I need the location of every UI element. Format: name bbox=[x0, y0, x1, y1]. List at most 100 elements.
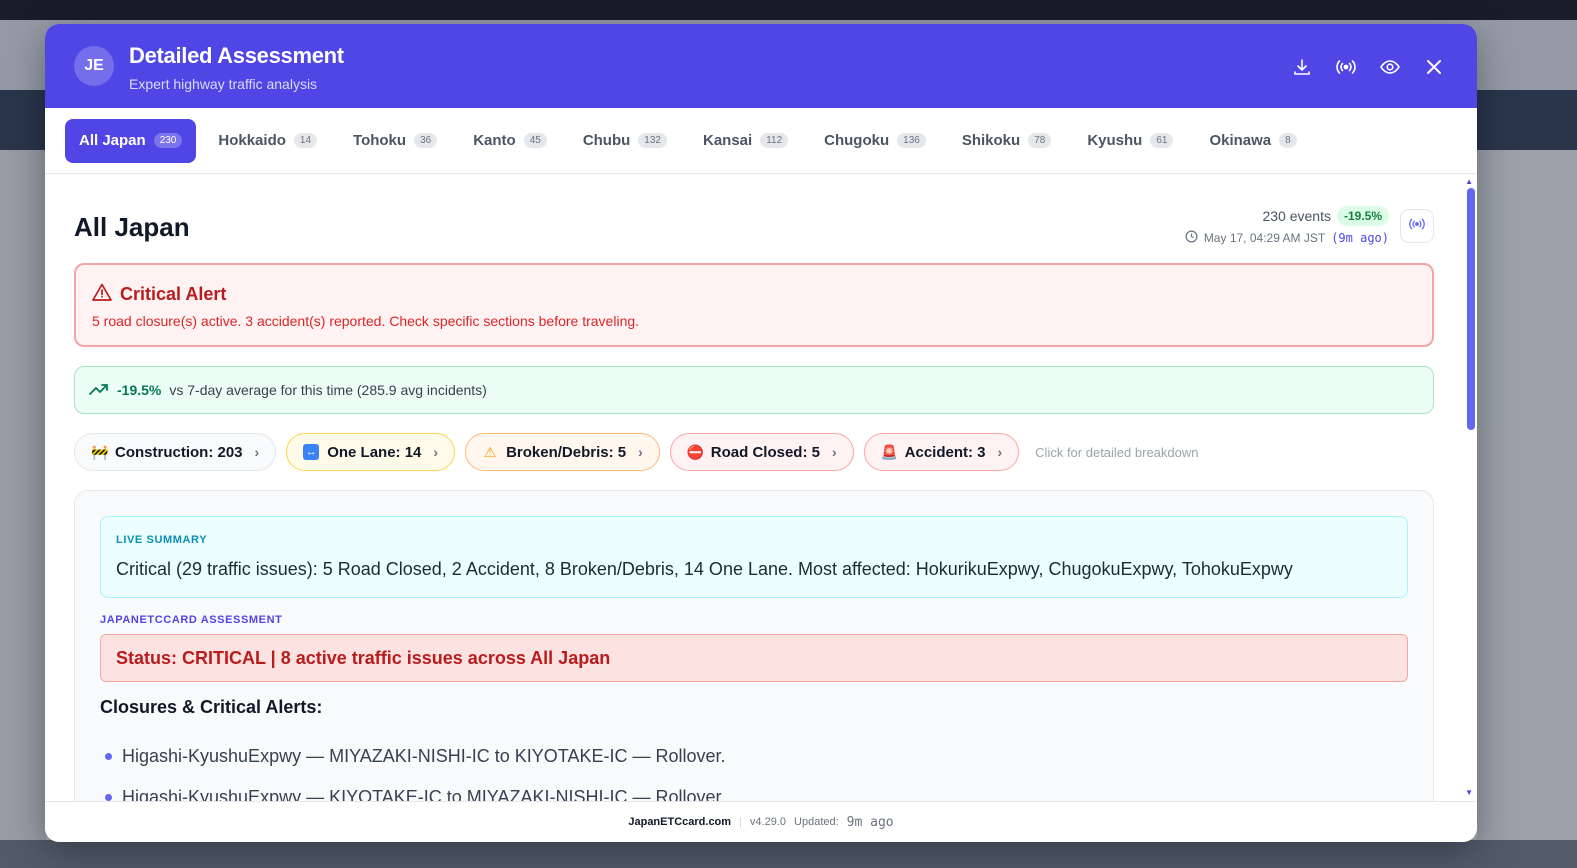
live-summary-box: LIVE SUMMARY Critical (29 traffic issues… bbox=[100, 516, 1408, 598]
timestamp: May 17, 04:29 AM JST bbox=[1203, 231, 1326, 245]
events-count: 230 events bbox=[1262, 208, 1331, 224]
scroll-down-arrow-icon[interactable]: ▼ bbox=[1465, 788, 1473, 797]
avatar: JE bbox=[74, 46, 114, 86]
tab-chubu[interactable]: Chubu 132 bbox=[569, 119, 681, 163]
tab-label: Chubu bbox=[582, 132, 631, 149]
status-box: Status: CRITICAL | 8 active traffic issu… bbox=[100, 634, 1408, 682]
tab-tohoku[interactable]: Tohoku 36 bbox=[339, 119, 451, 163]
trend-banner: -19.5% vs 7-day average for this time (2… bbox=[74, 366, 1434, 414]
trending-up-icon bbox=[89, 382, 109, 399]
chip-accident[interactable]: 🚨 Accident: 3 › bbox=[863, 433, 1020, 471]
chip-one-lane[interactable]: ↔ One Lane: 14 › bbox=[286, 433, 456, 471]
broadcast-icon bbox=[1408, 216, 1426, 237]
chips-hint: Click for detailed breakdown bbox=[1035, 444, 1199, 460]
tab-count: 230 bbox=[153, 133, 183, 148]
trend-pct: -19.5% bbox=[117, 382, 162, 398]
tab-count: 132 bbox=[638, 133, 667, 148]
download-icon[interactable] bbox=[1289, 54, 1315, 80]
live-summary-label: LIVE SUMMARY bbox=[116, 534, 208, 546]
tab-label: Kanto bbox=[473, 132, 516, 149]
assessment-label: JAPANETCCARD ASSESSMENT bbox=[100, 614, 283, 626]
region-title: All Japan bbox=[74, 212, 190, 242]
tab-count: 14 bbox=[293, 133, 318, 148]
chip-label: Construction: 203 bbox=[115, 443, 243, 461]
tab-label: Okinawa bbox=[1209, 132, 1272, 149]
broadcast-icon[interactable] bbox=[1333, 54, 1359, 80]
scrollbar-thumb[interactable] bbox=[1467, 188, 1475, 430]
assessment-card: LIVE SUMMARY Critical (29 traffic issues… bbox=[74, 490, 1434, 801]
chevron-right-icon: › bbox=[254, 444, 260, 460]
live-toggle-button[interactable] bbox=[1400, 209, 1434, 243]
chip-road-closed[interactable]: ⛔ Road Closed: 5 › bbox=[669, 433, 854, 471]
chevron-right-icon: › bbox=[433, 444, 439, 460]
chevron-right-icon: › bbox=[831, 444, 837, 460]
tab-label: Chugoku bbox=[824, 132, 890, 149]
tab-label: Kansai bbox=[702, 132, 753, 149]
tab-okinawa[interactable]: Okinawa 8 bbox=[1195, 119, 1310, 163]
tab-count: 136 bbox=[897, 133, 926, 148]
live-summary-text: Critical (29 traffic issues): 5 Road Clo… bbox=[116, 559, 1293, 579]
closures-heading: Closures & Critical Alerts: bbox=[100, 697, 323, 717]
footer-divider: | bbox=[739, 816, 742, 828]
modal-content: All Japan 230 events -19.5% May 17, 04:2… bbox=[45, 174, 1477, 801]
list-item: Higashi-KyushuExpwy — MIYAZAKI-NISHI-IC … bbox=[100, 736, 725, 777]
chip-construction[interactable]: 🚧 Construction: 203 › bbox=[74, 433, 277, 471]
pct-change-badge: -19.5% bbox=[1336, 206, 1389, 226]
tab-count: 8 bbox=[1279, 133, 1297, 148]
close-icon[interactable] bbox=[1421, 54, 1447, 80]
alert-title: Critical Alert bbox=[120, 284, 227, 304]
construction-icon: 🚧 bbox=[91, 443, 109, 460]
assessment-modal: JE Detailed Assessment Expert highway tr… bbox=[45, 24, 1477, 842]
left-right-arrow-icon: ↔ bbox=[303, 444, 320, 460]
event-meta: 230 events -19.5% May 17, 04:29 AM JST (… bbox=[1185, 206, 1389, 246]
tab-count: 61 bbox=[1150, 133, 1174, 148]
tab-kanto[interactable]: Kanto 45 bbox=[459, 119, 561, 163]
footer-updated-label: Updated: bbox=[794, 816, 839, 828]
list-item-text: Higashi-KyushuExpwy — KIYOTAKE-IC to MIY… bbox=[122, 787, 726, 801]
tab-label: All Japan bbox=[79, 132, 146, 149]
list-item: Higashi-KyushuExpwy — KIYOTAKE-IC to MIY… bbox=[100, 777, 725, 801]
critical-alert: Critical Alert 5 road closure(s) active.… bbox=[74, 263, 1434, 347]
chip-label: Road Closed: 5 bbox=[710, 443, 820, 461]
clock-icon bbox=[1185, 230, 1198, 246]
tab-label: Hokkaido bbox=[218, 132, 286, 149]
alert-body: 5 road closure(s) active. 3 accident(s) … bbox=[92, 313, 640, 329]
list-item-text: Higashi-KyushuExpwy — MIYAZAKI-NISHI-IC … bbox=[122, 746, 726, 766]
scroll-up-arrow-icon[interactable]: ▲ bbox=[1465, 177, 1473, 186]
tab-count: 78 bbox=[1028, 133, 1052, 148]
chip-label: One Lane: 14 bbox=[327, 443, 422, 461]
chip-label: Accident: 3 bbox=[904, 443, 986, 461]
tab-count: 36 bbox=[414, 133, 438, 148]
warning-icon bbox=[92, 283, 112, 306]
chip-label: Broken/Debris: 5 bbox=[506, 443, 627, 461]
modal-subtitle: Expert highway traffic analysis bbox=[129, 76, 318, 92]
siren-icon: 🚨 bbox=[880, 443, 899, 460]
closures-list: Higashi-KyushuExpwy — MIYAZAKI-NISHI-IC … bbox=[100, 736, 725, 801]
chevron-right-icon: › bbox=[638, 444, 643, 460]
bullet-icon bbox=[105, 753, 112, 760]
region-tabs: All Japan 230 Hokkaido 14 Tohoku 36 Kanto 45… bbox=[45, 108, 1477, 174]
tab-label: Shikoku bbox=[961, 132, 1021, 149]
footer-version: v4.29.0 bbox=[749, 816, 787, 828]
time-ago: (9m ago) bbox=[1331, 231, 1389, 245]
footer-updated-value: 9m ago bbox=[846, 814, 894, 830]
chevron-right-icon: › bbox=[997, 444, 1003, 460]
warning-icon: ⚠ bbox=[483, 443, 497, 460]
tab-label: Tohoku bbox=[353, 132, 407, 149]
no-entry-icon: ⛔ bbox=[686, 443, 705, 460]
tab-kansai[interactable]: Kansai 112 bbox=[689, 119, 802, 163]
tab-all-japan[interactable]: All Japan 230 bbox=[65, 118, 197, 163]
eye-icon[interactable] bbox=[1377, 54, 1403, 80]
bullet-icon bbox=[105, 794, 112, 801]
tab-shikoku[interactable]: Shikoku 78 bbox=[948, 119, 1065, 163]
footer-brand: JapanETCcard.com bbox=[628, 816, 732, 828]
tab-hokkaido[interactable]: Hokkaido 14 bbox=[204, 119, 331, 163]
header-actions bbox=[1289, 54, 1447, 80]
chip-broken-debris[interactable]: ⚠ Broken/Debris: 5 › bbox=[465, 433, 660, 471]
tab-label: Kyushu bbox=[1087, 132, 1143, 149]
modal-header: JE Detailed Assessment Expert highway tr… bbox=[45, 24, 1477, 108]
tab-chugoku[interactable]: Chugoku 136 bbox=[810, 119, 940, 163]
tab-kyushu[interactable]: Kyushu 61 bbox=[1073, 119, 1187, 163]
modal-title: Detailed Assessment bbox=[129, 43, 344, 68]
modal-footer: JapanETCcard.com | v4.29.0 Updated: 9m a… bbox=[45, 801, 1477, 842]
